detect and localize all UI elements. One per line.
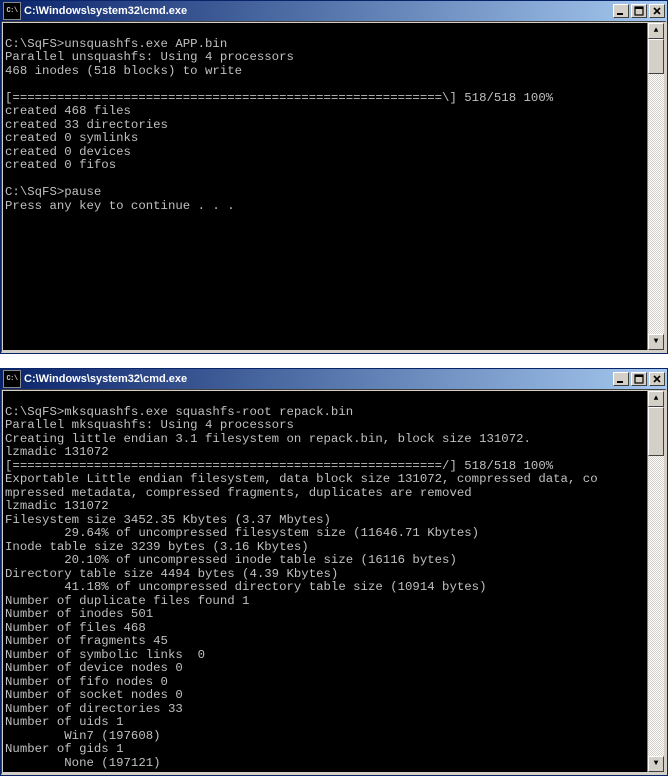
close-button[interactable] — [649, 4, 665, 18]
cmd-window-1: C:\ C:\Windows\system32\cmd.exe C:\SqFS>… — [0, 0, 668, 354]
titlebar[interactable]: C:\ C:\Windows\system32\cmd.exe — [1, 369, 667, 389]
cmd-window-2: C:\ C:\Windows\system32\cmd.exe C:\SqFS>… — [0, 368, 668, 776]
window-title: C:\Windows\system32\cmd.exe — [24, 373, 611, 385]
maximize-button[interactable] — [631, 372, 647, 386]
close-button[interactable] — [649, 372, 665, 386]
scroll-down-button[interactable]: ▼ — [648, 334, 664, 350]
scroll-track[interactable] — [648, 39, 664, 334]
maximize-button[interactable] — [631, 4, 647, 18]
scroll-down-button[interactable]: ▼ — [648, 756, 664, 772]
scrollbar[interactable]: ▲ ▼ — [647, 391, 664, 772]
minimize-button[interactable] — [613, 372, 629, 386]
scroll-up-button[interactable]: ▲ — [648, 23, 664, 39]
scroll-track[interactable] — [648, 407, 664, 756]
scroll-thumb[interactable] — [648, 407, 664, 456]
scroll-thumb[interactable] — [648, 39, 664, 74]
titlebar[interactable]: C:\ C:\Windows\system32\cmd.exe — [1, 1, 667, 21]
minimize-button[interactable] — [613, 4, 629, 18]
scroll-up-button[interactable]: ▲ — [648, 391, 664, 407]
app-icon: C:\ — [3, 2, 21, 20]
window-title: C:\Windows\system32\cmd.exe — [24, 5, 611, 17]
console-output[interactable]: C:\SqFS>unsquashfs.exe APP.bin Parallel … — [3, 23, 647, 350]
app-icon: C:\ — [3, 370, 21, 388]
console-output[interactable]: C:\SqFS>mksquashfs.exe squashfs-root rep… — [3, 391, 647, 772]
scrollbar[interactable]: ▲ ▼ — [647, 23, 664, 350]
